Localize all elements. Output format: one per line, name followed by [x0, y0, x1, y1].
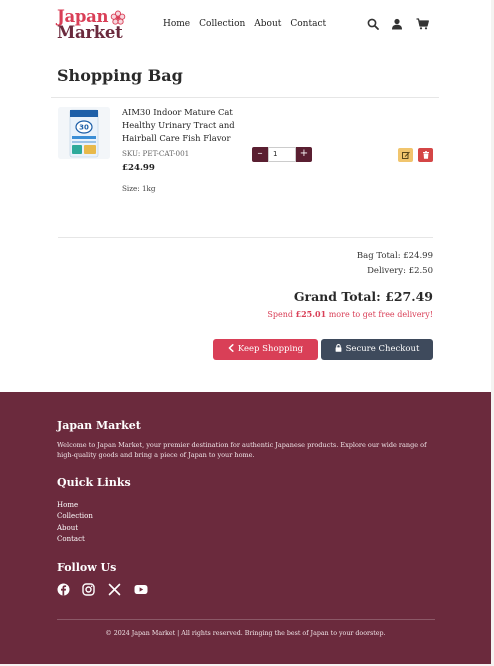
quick-links-heading: Quick Links — [57, 476, 131, 489]
footer-link-contact[interactable]: Contact — [57, 534, 93, 545]
nav-contact[interactable]: Contact — [290, 19, 326, 29]
footer-divider — [57, 619, 435, 620]
logo-line2: Market — [57, 23, 123, 42]
increase-quantity-button[interactable]: + — [296, 147, 312, 162]
quick-links: Home Collection About Contact — [57, 500, 93, 545]
divider — [58, 237, 433, 238]
secure-checkout-label: Secure Checkout — [345, 344, 420, 354]
delete-item-button[interactable] — [418, 148, 433, 162]
spend-prefix: Spend — [267, 310, 296, 319]
edit-icon — [401, 151, 410, 159]
footer-link-home[interactable]: Home — [57, 500, 93, 511]
grand-total: Grand Total: £27.49 — [293, 289, 433, 304]
footer-link-about[interactable]: About — [57, 523, 93, 534]
product-name[interactable]: AIM30 Indoor Mature Cat Healthy Urinary … — [122, 106, 247, 145]
footer-link-collection[interactable]: Collection — [57, 511, 93, 522]
follow-us-heading: Follow Us — [57, 561, 117, 574]
nav-collection[interactable]: Collection — [199, 19, 245, 29]
free-delivery-amount: £25.01 — [295, 309, 327, 319]
user-icon[interactable] — [391, 18, 403, 30]
nav-home[interactable]: Home — [163, 19, 190, 29]
free-delivery-suffix: more to get free delivery! — [326, 310, 433, 319]
secure-checkout-button[interactable]: Secure Checkout — [321, 339, 433, 360]
edit-item-button[interactable] — [398, 148, 413, 162]
product-image[interactable]: 30 — [58, 107, 110, 159]
chevron-left-icon — [228, 344, 234, 352]
site-footer: Japan Market Welcome to Japan Market, yo… — [0, 392, 491, 664]
facebook-icon[interactable] — [57, 583, 70, 596]
decrease-quantity-button[interactable]: – — [252, 147, 268, 162]
search-icon[interactable] — [367, 18, 379, 30]
cat-food-bag-image: 30 — [58, 107, 110, 159]
x-icon[interactable] — [108, 583, 121, 596]
brand-logo[interactable]: Japan Market — [57, 8, 127, 42]
page: Japan Market Home Collection About Conta… — [0, 0, 491, 664]
main-nav: Home Collection About Contact — [163, 19, 326, 29]
trash-icon — [422, 151, 429, 159]
divider — [51, 97, 439, 98]
instagram-icon[interactable] — [82, 583, 95, 596]
site-header: Japan Market Home Collection About Conta… — [0, 0, 491, 52]
keep-shopping-button[interactable]: Keep Shopping — [213, 339, 318, 360]
youtube-icon[interactable] — [134, 583, 148, 596]
bag-total: Bag Total: £24.99 — [356, 251, 433, 261]
product-size: Size: 1kg — [122, 184, 156, 193]
delivery-cost: Delivery: £2.50 — [367, 266, 433, 276]
copyright: © 2024 Japan Market | All rights reserve… — [105, 630, 386, 637]
footer-title: Japan Market — [57, 419, 141, 432]
free-delivery-message: Spend £25.01 more to get free delivery! — [267, 309, 433, 319]
svg-text:30: 30 — [79, 124, 89, 132]
page-title: Shopping Bag — [57, 66, 183, 85]
product-sku: SKU: PET-CAT-001 — [122, 149, 190, 158]
footer-description: Welcome to Japan Market, your premier de… — [57, 441, 427, 459]
sakura-icon — [110, 10, 126, 25]
keep-shopping-label: Keep Shopping — [237, 344, 304, 354]
cart-icon[interactable] — [416, 18, 429, 30]
lock-icon — [335, 344, 341, 352]
quantity-input[interactable]: 1 — [268, 147, 296, 162]
nav-about[interactable]: About — [254, 19, 281, 29]
product-price: £24.99 — [122, 163, 155, 173]
